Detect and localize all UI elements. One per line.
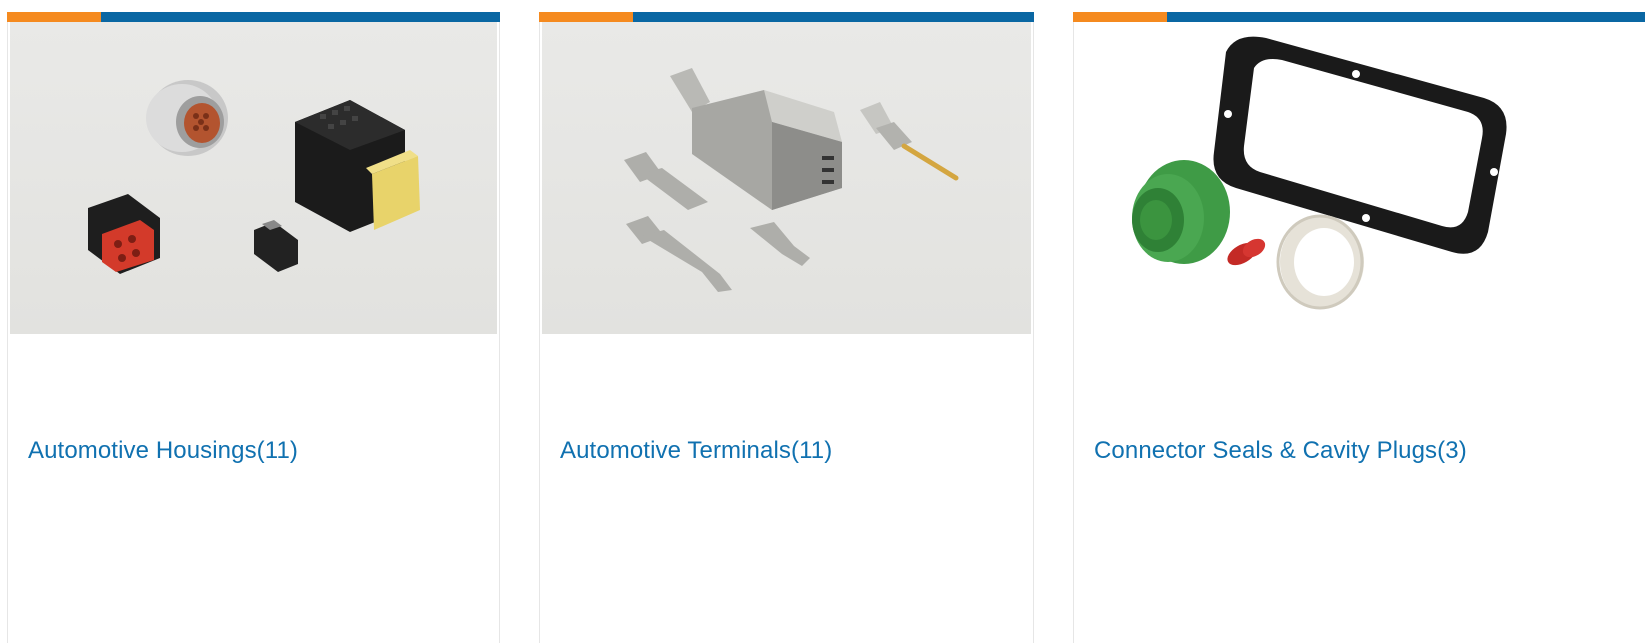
category-link-automotive-housings[interactable]: Automotive Housings(11)	[28, 437, 298, 465]
automotive-terminals-image[interactable]	[542, 22, 1031, 334]
category-card-grid: Automotive Housings(11) Automotive Termi…	[0, 0, 1645, 643]
accent-blue-segment	[101, 12, 500, 22]
red-housing-icon	[88, 194, 160, 274]
category-card-automotive-terminals[interactable]: Automotive Terminals(11)	[539, 12, 1034, 643]
accent-blue-segment	[633, 12, 1034, 22]
mini-connector-icon	[254, 220, 298, 272]
gold-pin-terminal-icon	[860, 102, 959, 181]
black-housing-icon	[295, 100, 420, 232]
accent-orange-segment	[539, 12, 633, 22]
category-link-connector-seals[interactable]: Connector Seals & Cavity Plugs(3)	[1094, 437, 1467, 465]
gasket-icon	[1213, 36, 1507, 254]
circular-connector-icon	[146, 80, 228, 156]
card-accent-bar	[1073, 12, 1645, 22]
green-seal-icon	[1132, 160, 1230, 264]
accent-blue-segment	[1167, 12, 1645, 22]
category-card-connector-seals[interactable]: Connector Seals & Cavity Plugs(3)	[1073, 12, 1645, 643]
cavity-plug-icon	[1227, 238, 1266, 266]
category-link-automotive-terminals[interactable]: Automotive Terminals(11)	[560, 437, 832, 465]
automotive-housings-image[interactable]	[10, 22, 497, 334]
connector-seals-image[interactable]	[1076, 22, 1643, 334]
large-terminal-icon	[670, 68, 842, 210]
card-accent-bar	[539, 12, 1034, 22]
accent-orange-segment	[7, 12, 101, 22]
card-accent-bar	[7, 12, 500, 22]
accent-orange-segment	[1073, 12, 1167, 22]
ring-seal-icon	[1276, 214, 1364, 310]
category-card-automotive-housings[interactable]: Automotive Housings(11)	[7, 12, 500, 643]
